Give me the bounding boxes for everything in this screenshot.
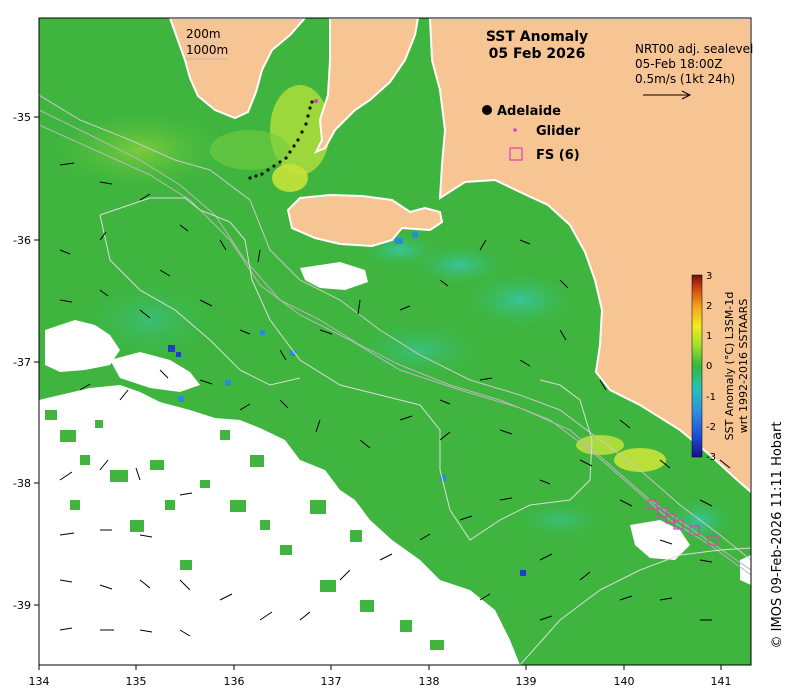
x-tick-141: 141 (711, 675, 732, 688)
x-tick-138: 138 (419, 675, 440, 688)
y-tick-39: -39 (13, 599, 31, 612)
adelaide-label: Adelaide (497, 104, 561, 119)
cb-tick-m3: -3 (706, 452, 716, 463)
y-tick-36: -36 (13, 234, 31, 247)
x-axis (38, 665, 722, 670)
x-tick-139: 139 (516, 675, 537, 688)
colorbar-title-line2: wrt 1992-2016 SSTAARS (737, 299, 750, 434)
adelaide-marker-icon (482, 105, 492, 115)
x-tick-134: 134 (29, 675, 50, 688)
cb-tick-3: 3 (706, 271, 712, 282)
map-title-line1: SST Anomaly (486, 29, 588, 45)
map-plot-area (39, 18, 751, 665)
cb-tick-0: 0 (706, 361, 712, 372)
glider-marker-icon (513, 128, 517, 132)
cb-tick-m1: -1 (706, 392, 716, 403)
x-tick-137: 137 (321, 675, 342, 688)
sst-anomaly-map: 134 135 136 137 138 139 140 141 -35 -36 … (13, 17, 785, 688)
colorbar-gradient (691, 274, 703, 458)
depth-200m-label: 200m (186, 27, 221, 41)
imos-credit: © IMOS 09-Feb-2026 11:11 Hobart (770, 422, 785, 649)
y-tick-labels: -35 -36 -37 -38 -39 (13, 111, 31, 612)
cb-tick-1: 1 (706, 331, 712, 342)
y-tick-37: -37 (13, 356, 31, 369)
current-scale: 0.5m/s (1kt 24h) (635, 72, 735, 86)
glider-position (314, 99, 318, 103)
colorbar-title-line1: SST Anomaly (°C) L3SM-1d (723, 292, 736, 441)
x-tick-135: 135 (126, 675, 147, 688)
map-title-line2: 05 Feb 2026 (489, 46, 586, 62)
x-tick-136: 136 (224, 675, 245, 688)
y-axis (34, 116, 39, 606)
x-tick-140: 140 (614, 675, 635, 688)
cb-tick-m2: -2 (706, 422, 716, 433)
x-tick-labels: 134 135 136 137 138 139 140 141 (29, 675, 732, 688)
current-source: NRT00 adj. sealevel (635, 42, 753, 56)
fs-label: FS (6) (536, 148, 580, 163)
glider-label: Glider (536, 124, 581, 139)
cb-tick-2: 2 (706, 301, 712, 312)
y-tick-38: -38 (13, 477, 31, 490)
depth-1000m-label: 1000m (186, 43, 228, 57)
current-time: 05-Feb 18:00Z (635, 57, 722, 71)
y-tick-35: -35 (13, 111, 31, 124)
